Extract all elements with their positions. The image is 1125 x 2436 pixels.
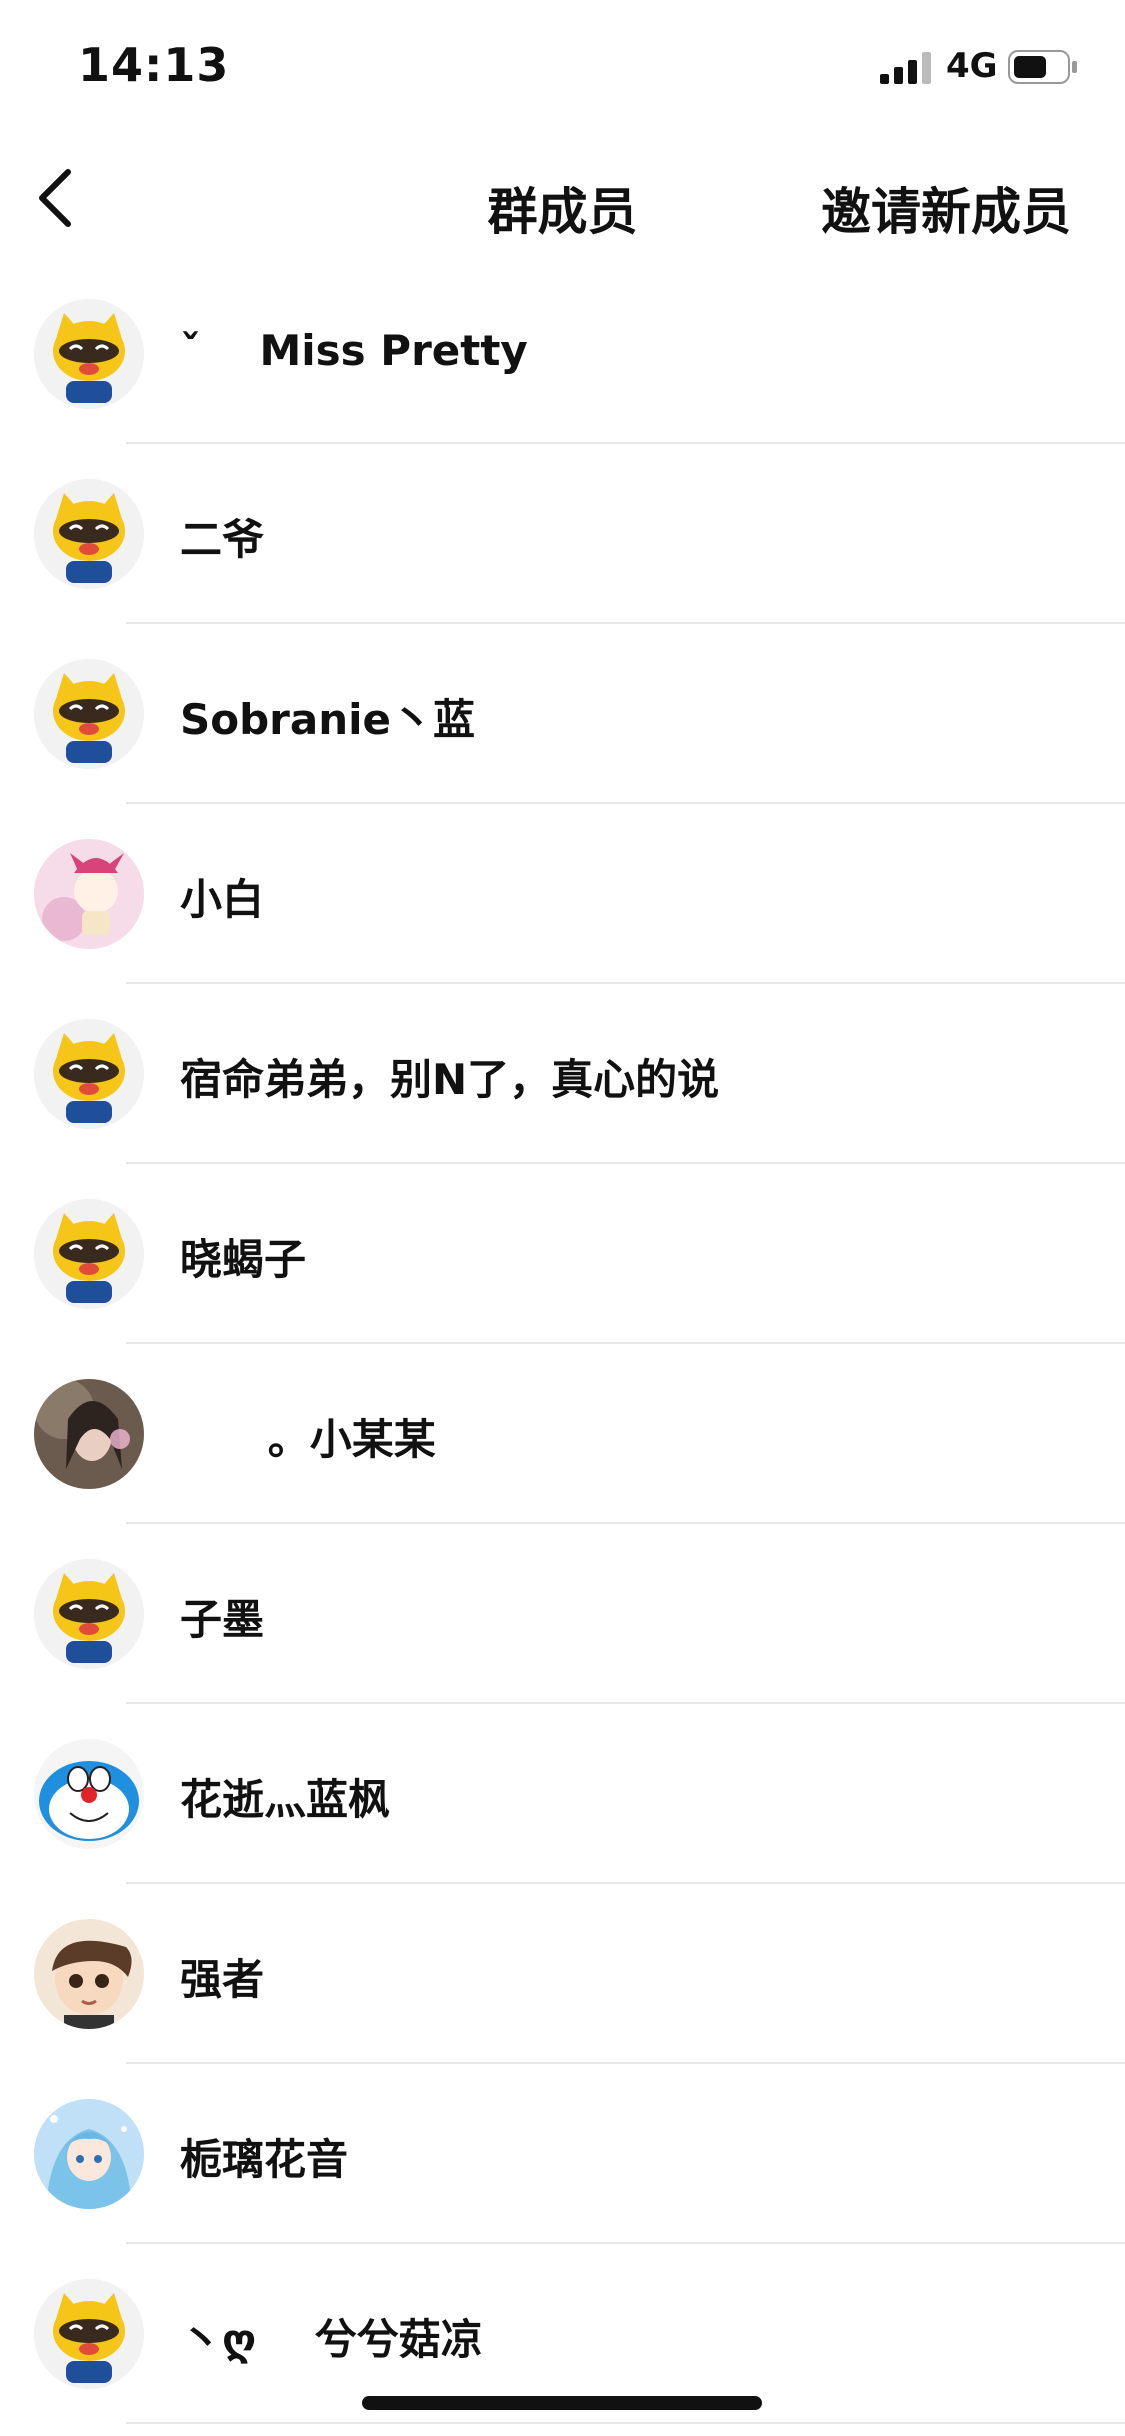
member-name: 。小某某 (180, 1415, 436, 1464)
status-bar: 14:13 4G (0, 0, 1125, 132)
member-row[interactable]: Sobranie丶蓝 (0, 624, 1125, 804)
group-members-screen: 14:13 4G 群成员 邀请新成员 ˇ Miss Pretty 二爷 Sobr… (0, 0, 1125, 2436)
raccoon-avatar (34, 479, 144, 589)
member-row[interactable]: 。小某某 (0, 1344, 1125, 1524)
raccoon-avatar (34, 659, 144, 769)
signal-icon (880, 52, 931, 84)
member-row[interactable]: 宿命弟弟，别N了，真心的说 (0, 984, 1125, 1164)
member-row[interactable]: 栀璃花音 (0, 2064, 1125, 2244)
member-name: 子墨 (180, 1595, 265, 1644)
home-indicator[interactable] (362, 2396, 762, 2410)
anime-girl-avatar (34, 2099, 144, 2209)
member-name: 丶ღ 兮兮菇凉 (180, 2315, 483, 2364)
member-row[interactable]: 小白 (0, 804, 1125, 984)
raccoon-avatar (34, 2279, 144, 2389)
doraemon-avatar (34, 1739, 144, 1849)
invite-members-button[interactable]: 邀请新成员 (821, 172, 1071, 244)
member-name: ˇ Miss Pretty (180, 326, 528, 375)
member-name: 栀璃花音 (180, 2135, 349, 2184)
member-name: 小白 (180, 875, 265, 924)
member-list: ˇ Miss Pretty 二爷 Sobranie丶蓝 小白 宿命弟弟，别N了，… (0, 264, 1125, 2424)
member-row[interactable]: 子墨 (0, 1524, 1125, 1704)
member-name: 宿命弟弟，别N了，真心的说 (180, 1055, 720, 1104)
raccoon-avatar (34, 1199, 144, 1309)
status-time: 14:13 (78, 38, 230, 92)
member-row[interactable]: ˇ Miss Pretty (0, 264, 1125, 444)
cartoon-boy-avatar (34, 1919, 144, 2029)
member-row[interactable]: 强者 (0, 1884, 1125, 2064)
member-row[interactable]: 二爷 (0, 444, 1125, 624)
photo-avatar (34, 1379, 144, 1489)
member-name: Sobranie丶蓝 (180, 695, 476, 744)
raccoon-avatar (34, 299, 144, 409)
navigation-bar: 群成员 邀请新成员 (0, 132, 1125, 264)
raccoon-avatar (34, 1019, 144, 1129)
battery-icon (1008, 50, 1077, 84)
raccoon-avatar (34, 1559, 144, 1669)
member-name: 花逝灬蓝枫 (180, 1775, 391, 1824)
member-name: 晓蝎子 (180, 1235, 307, 1284)
pink-cartoon-avatar (34, 839, 144, 949)
member-row[interactable]: 花逝灬蓝枫 (0, 1704, 1125, 1884)
network-type: 4G (946, 46, 998, 86)
member-name: 强者 (180, 1955, 265, 2004)
member-row[interactable]: 晓蝎子 (0, 1164, 1125, 1344)
member-name: 二爷 (180, 515, 265, 564)
